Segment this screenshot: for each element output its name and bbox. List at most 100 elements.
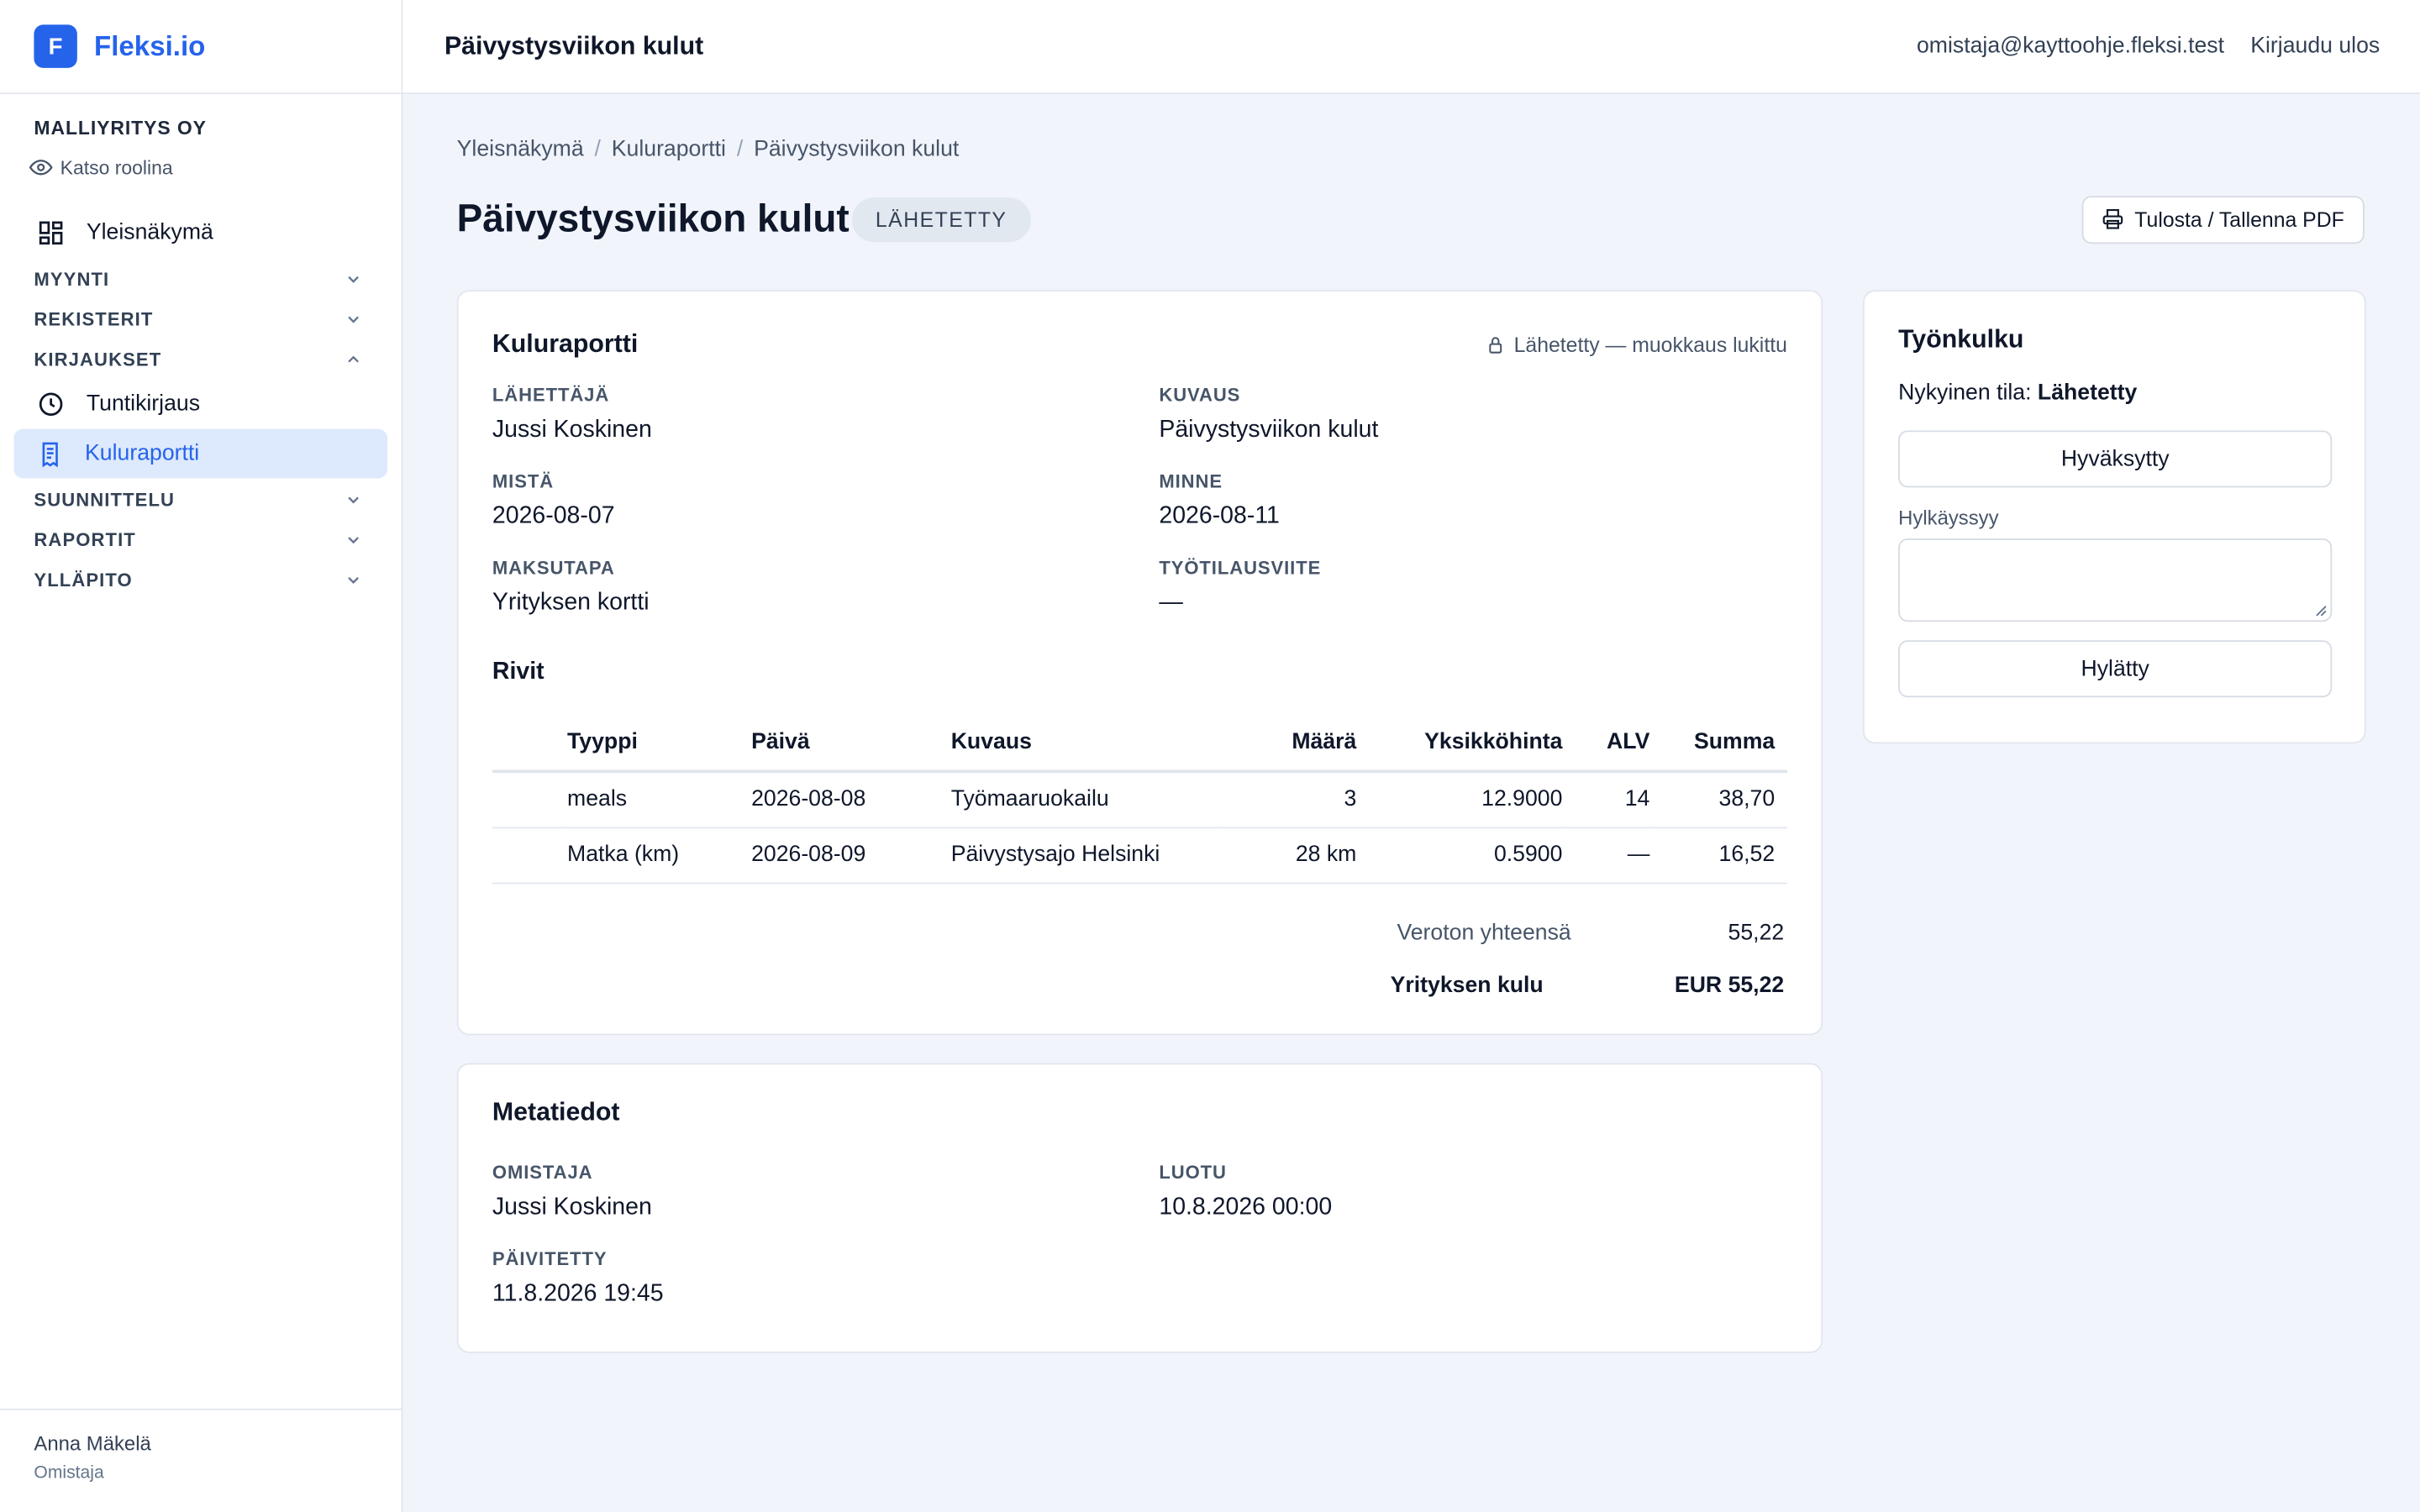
field-label: LÄHETTÄJÄ [492, 384, 610, 407]
table-header-row: Tyyppi Päivä Kuvaus Määrä Yksikköhinta A… [492, 714, 1787, 774]
field-value: — [1159, 589, 1183, 616]
cell-date: 2026-08-09 [751, 827, 951, 884]
breadcrumb-item-expense-report[interactable]: Kuluraportti [612, 137, 726, 161]
table-row[interactable]: meals 2026-08-08 Työmaaruokailu 3 12.900… [492, 771, 1787, 828]
brand[interactable]: F Fleksi.io [0, 0, 402, 95]
group-label: RAPORTIT [34, 528, 136, 551]
field-from: MISTÄ 2026-08-07 [492, 470, 1159, 557]
field-to: MINNE 2026-08-11 [1159, 470, 1776, 557]
cell-unit-price: 0.5900 [1356, 827, 1563, 884]
field-value: 10.8.2026 00:00 [1159, 1194, 1333, 1221]
cell-description: Työmaaruokailu [950, 771, 1217, 828]
view-as-role-link[interactable]: Katso roolina [29, 156, 367, 180]
cell-sum: 16,52 [1649, 827, 1787, 884]
group-label: MYYNTI [34, 268, 110, 291]
sidebar-group-registers[interactable]: REKISTERIT [0, 299, 402, 339]
sidebar-item-overview[interactable]: Yleisnäkymä [0, 207, 402, 259]
print-pdf-button[interactable]: Tulosta / Tallenna PDF [2081, 195, 2365, 244]
cell-unit-price: 12.9000 [1356, 771, 1563, 828]
user-footer[interactable]: Anna Mäkelä Omistaja [0, 1408, 402, 1512]
cell-quantity: 28 km [1216, 827, 1357, 884]
approve-button[interactable]: Hyväksytty [1898, 430, 2333, 488]
topbar-title: Päivystysviikon kulut [444, 31, 704, 60]
user-name: Anna Mäkelä [34, 1431, 151, 1456]
group-label: REKISTERIT [34, 308, 154, 331]
sidebar-item-label: Kuluraportti [85, 441, 200, 466]
field-value: Jussi Koskinen [492, 416, 652, 444]
field-label: MAKSUTAPA [492, 557, 615, 579]
total-net-label: Veroton yhteensä [1397, 920, 1571, 945]
breadcrumb-item-overview[interactable]: Yleisnäkymä [457, 137, 584, 161]
chevron-down-icon [348, 577, 359, 584]
total-net-row: Veroton yhteensä 55,22 [492, 906, 1787, 958]
breadcrumb-item-current: Päivystysviikon kulut [754, 137, 960, 162]
field-label: PÄIVITETTY [492, 1247, 608, 1270]
sidebar-item-time-entry[interactable]: Tuntikirjaus [0, 380, 402, 429]
total-net-value: 55,22 [1728, 920, 1785, 945]
reject-button[interactable]: Hylätty [1898, 640, 2333, 698]
field-value: Yrityksen kortti [492, 589, 650, 616]
company-cost-row: Yrityksen kulu EUR 55,22 [492, 959, 1787, 1011]
main-content: Yleisnäkymä / Kuluraportti / Päivystysvi… [456, 94, 2371, 1353]
field-description: KUVAUS Päivystysviikon kulut [1159, 384, 1776, 470]
card-title: Metatiedot [492, 1098, 620, 1126]
group-label: YLLÄPITO [34, 569, 133, 591]
field-label: TYÖTILAUSVIITE [1159, 557, 1322, 579]
workflow-card: Työnkulku Nykyinen tila: Lähetetty Hyväk… [1862, 290, 2366, 744]
status-badge: LÄHETETTY [852, 197, 1030, 242]
company-cost-value: EUR 55,22 [1674, 973, 1785, 998]
sidebar-group-entries[interactable]: KIRJAUKSET [0, 339, 402, 380]
cell-type: Matka (km) [567, 827, 752, 884]
field-value: 2026-08-07 [492, 502, 615, 529]
company-name: MALLIYRITYS OY [34, 117, 207, 139]
col-description: Kuvaus [950, 714, 1217, 774]
sidebar-item-label: Tuntikirjaus [86, 391, 201, 417]
cell-quantity: 3 [1216, 771, 1357, 828]
current-state: Nykyinen tila: Lähetetty [1898, 381, 2330, 406]
printer-icon [2102, 209, 2123, 229]
chevron-up-icon [348, 355, 359, 363]
resize-handle-icon[interactable] [2315, 605, 2328, 617]
company-section: MALLIYRITYS OY Katso roolina [0, 94, 402, 179]
field-sender: LÄHETTÄJÄ Jussi Koskinen [492, 384, 1159, 470]
cell-sum: 38,70 [1649, 771, 1787, 828]
field-payment-method: MAKSUTAPA Yrityksen kortti [492, 557, 1159, 643]
field-value: 11.8.2026 19:45 [492, 1280, 664, 1307]
title-row: Päivystysviikon kulut LÄHETETTY Tulosta … [457, 193, 2371, 245]
sidebar-nav: Yleisnäkymä MYYNTI REKISTERIT KIRJAUKSET… [0, 207, 402, 600]
rejection-reason-textarea[interactable] [1898, 538, 2333, 622]
chevron-down-icon [348, 276, 359, 283]
user-role: Omistaja [34, 1464, 104, 1483]
table-row[interactable]: Matka (km) 2026-08-09 Päivystysajo Helsi… [492, 827, 1787, 884]
col-spacer [492, 714, 568, 774]
cell-date: 2026-08-08 [751, 771, 951, 828]
card-title: Työnkulku [1898, 325, 2024, 354]
field-value: Jussi Koskinen [492, 1194, 652, 1221]
cell-vat: 14 [1562, 771, 1650, 828]
sidebar-item-expense-report[interactable]: Kuluraportti [13, 428, 388, 479]
expense-report-card: Kuluraportti Lähetetty — muokkaus lukitt… [456, 290, 1823, 1036]
breadcrumb-separator: / [594, 137, 601, 162]
sidebar-group-planning[interactable]: SUUNNITTELU [0, 480, 402, 520]
current-state-value: Lähetetty [2037, 381, 2138, 407]
col-type: Tyyppi [567, 714, 752, 774]
lock-icon [1489, 336, 1502, 353]
logout-link[interactable]: Kirjaudu ulos [2250, 34, 2380, 58]
sidebar-group-admin[interactable]: YLLÄPITO [0, 560, 402, 601]
cell-vat: — [1562, 827, 1650, 884]
report-fields: LÄHETTÄJÄ Jussi Koskinen KUVAUS Päivysty… [492, 384, 1787, 643]
dashboard-icon [39, 221, 63, 245]
field-label: OMISTAJA [492, 1162, 593, 1184]
sidebar-group-reports[interactable]: RAPORTIT [0, 520, 402, 560]
app-window: F Fleksi.io MALLIYRITYS OY Katso roolina… [0, 0, 2420, 1512]
eye-icon [29, 160, 53, 176]
metadata-fields: OMISTAJA Jussi Koskinen LUOTU 10.8.2026 … [492, 1162, 1787, 1335]
cell-spacer [492, 771, 568, 828]
expense-rows-table: Tyyppi Päivä Kuvaus Määrä Yksikköhinta A… [492, 714, 1787, 884]
page-title: Päivystysviikon kulut [456, 197, 850, 240]
chevron-down-icon [348, 537, 359, 544]
chevron-down-icon [348, 496, 359, 504]
brand-logo: F [34, 24, 77, 68]
col-vat: ALV [1562, 714, 1650, 774]
sidebar-group-sales[interactable]: MYYNTI [0, 260, 402, 300]
